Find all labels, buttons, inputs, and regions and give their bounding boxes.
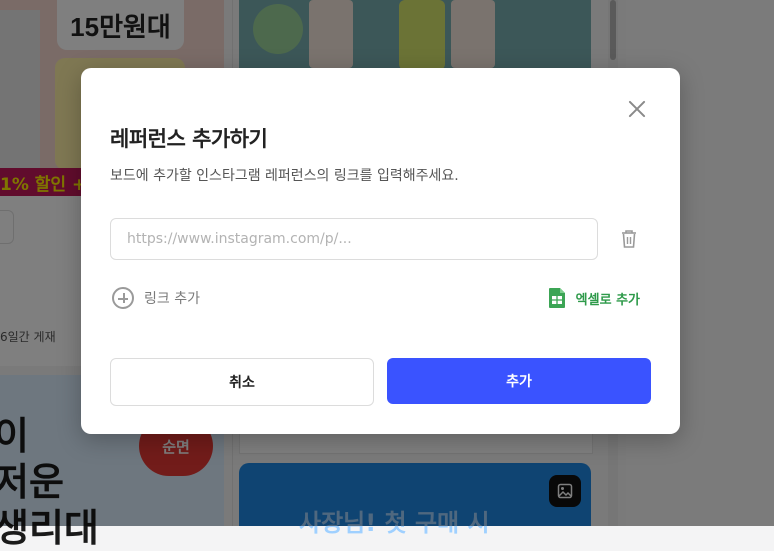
add-reference-modal: 레퍼런스 추가하기 보드에 추가할 인스타그램 레퍼런스의 링크를 입력해주세요… bbox=[81, 68, 680, 434]
plus-circle-icon bbox=[112, 287, 134, 309]
add-by-excel-button[interactable]: 엑셀로 추가 bbox=[548, 287, 640, 309]
modal-title: 레퍼런스 추가하기 bbox=[110, 127, 268, 151]
excel-label: 엑셀로 추가 bbox=[575, 292, 640, 308]
cancel-button[interactable]: 취소 bbox=[110, 358, 374, 406]
submit-add-button[interactable]: 추가 bbox=[387, 358, 651, 404]
spreadsheet-icon bbox=[548, 287, 566, 309]
trash-icon[interactable] bbox=[620, 229, 638, 249]
instagram-link-input[interactable] bbox=[110, 218, 598, 260]
modal-description: 보드에 추가할 인스타그램 레퍼런스의 링크를 입력해주세요. bbox=[110, 168, 459, 184]
close-icon[interactable] bbox=[628, 100, 646, 118]
add-link-button[interactable]: 링크 추가 bbox=[112, 287, 200, 309]
add-link-label: 링크 추가 bbox=[144, 291, 200, 307]
